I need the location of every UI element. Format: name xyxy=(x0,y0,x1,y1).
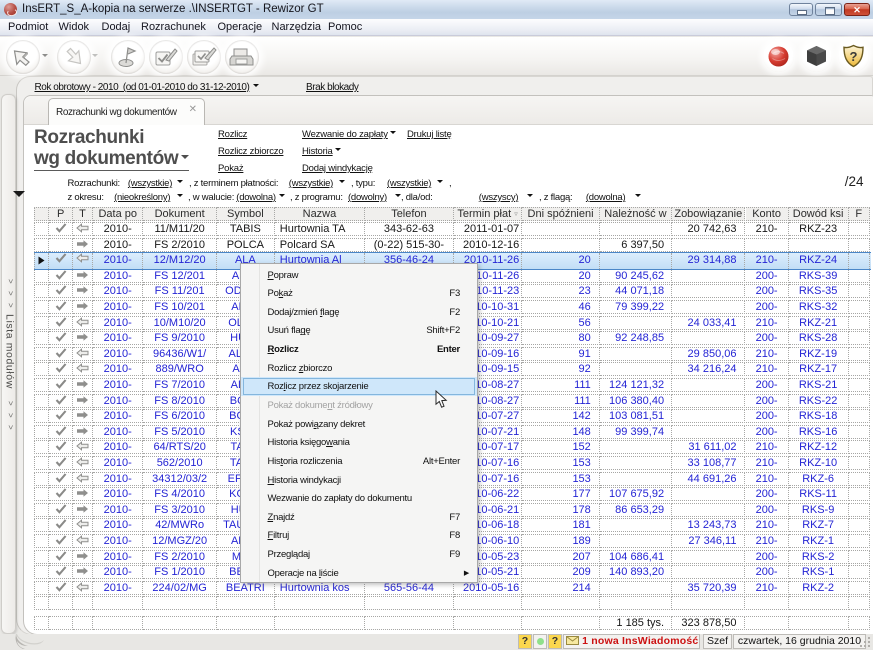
svg-text:?: ? xyxy=(850,49,858,64)
